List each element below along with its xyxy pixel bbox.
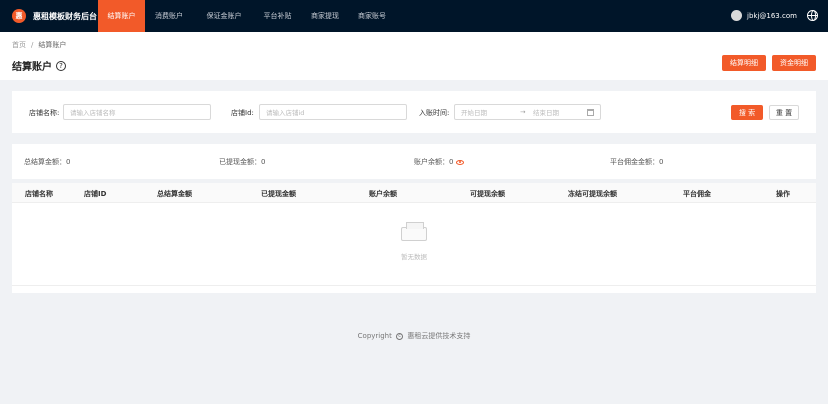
nav-merchant-account[interactable]: 商家账号 <box>350 0 394 32</box>
footer-text: 惠租云提供技术支持 <box>407 332 471 340</box>
account-balance: 账户余额：0 <box>414 157 465 167</box>
top-navbar: 惠 惠租模板财务后台 结算账户 消费账户 保证金账户 平台补贴 商家提现 商家账… <box>0 0 828 32</box>
date-range-picker[interactable]: 开始日期 → 结束日期 <box>454 104 601 120</box>
breadcrumb-home[interactable]: 首页 <box>12 41 26 49</box>
range-arrow: → <box>520 108 526 116</box>
table-header: 店铺名称 店铺ID 总结算金额 已提现金额 账户余额 可提现余额 冻结可提现余额… <box>12 183 816 203</box>
reset-button[interactable]: 重 置 <box>769 105 799 120</box>
total-settlement-amount: 总结算金额：0 <box>24 158 71 166</box>
user-menu[interactable]: jbkj@163.com <box>731 10 797 21</box>
column-header: 平台佣金 <box>683 190 711 198</box>
column-header: 可提现余额 <box>470 190 505 198</box>
logo-icon: 惠 <box>12 9 26 23</box>
globe-icon[interactable] <box>807 10 818 21</box>
nav-merchant-withdrawal[interactable]: 商家提现 <box>300 0 350 32</box>
search-panel: 店铺名称: 请输入店铺名称 店铺Id: 请输入店铺id 入账时间: 开始日期 →… <box>12 91 816 133</box>
empty-state: 暂无数据 <box>392 222 436 261</box>
user-email: jbkj@163.com <box>747 11 797 20</box>
search-button[interactable]: 搜 索 <box>731 105 763 120</box>
nav-settlement-account[interactable]: 结算账户 <box>98 0 145 32</box>
shop-id-label: 店铺Id: <box>231 109 254 117</box>
nav-deposit-account[interactable]: 保证金账户 <box>193 0 255 32</box>
page-header: 首页 / 结算账户 结算账户 ? <box>0 32 828 80</box>
end-date-placeholder: 结束日期 <box>533 109 559 117</box>
column-header: 店铺ID <box>84 190 107 198</box>
footer: Copyright c 惠租云提供技术支持 <box>0 331 828 341</box>
breadcrumb-separator: / <box>31 41 34 49</box>
app-title: 惠租模板财务后台 <box>33 11 97 21</box>
brand[interactable]: 惠 惠租模板财务后台 <box>0 0 98 32</box>
column-header: 总结算金额 <box>157 190 192 198</box>
shop-id-input[interactable]: 请输入店铺id <box>259 104 407 120</box>
start-date-placeholder: 开始日期 <box>461 109 487 117</box>
empty-text: 暂无数据 <box>401 253 427 261</box>
column-header: 店铺名称 <box>25 190 53 198</box>
column-header: 账户余额 <box>369 190 397 198</box>
fund-detail-button[interactable]: 资金明细 <box>772 55 816 71</box>
summary-bar: 总结算金额：0 已提现金额：0 账户余额：0 平台佣金金额：0 <box>12 144 816 179</box>
shop-name-input[interactable]: 请输入店铺名称 <box>63 104 211 120</box>
help-icon[interactable]: ? <box>56 60 66 71</box>
divider <box>12 285 816 286</box>
date-label: 入账时间: <box>419 109 450 117</box>
breadcrumb: 首页 / 结算账户 <box>12 40 66 50</box>
breadcrumb-current: 结算账户 <box>38 41 67 49</box>
copyright-label: Copyright <box>357 332 392 340</box>
avatar <box>731 10 742 21</box>
copyright-icon: c <box>396 332 404 340</box>
page-title: 结算账户 ? <box>12 58 66 73</box>
empty-box-icon <box>401 222 427 241</box>
page-title-text: 结算账户 <box>12 62 52 73</box>
calendar-icon <box>587 109 594 116</box>
platform-commission-amount: 平台佣金金额：0 <box>610 158 664 166</box>
eye-icon[interactable] <box>456 159 465 165</box>
nav-consumption-account[interactable]: 消费账户 <box>145 0 193 32</box>
nav-platform-subsidy[interactable]: 平台补贴 <box>255 0 300 32</box>
column-header: 操作 <box>776 190 790 198</box>
withdrawn-amount: 已提现金额：0 <box>219 158 266 166</box>
settlement-table: 店铺名称 店铺ID 总结算金额 已提现金额 账户余额 可提现余额 冻结可提现余额… <box>12 183 816 293</box>
column-header: 已提现金额 <box>261 190 296 198</box>
shop-name-label: 店铺名称: <box>29 109 60 117</box>
main-nav: 结算账户 消费账户 保证金账户 平台补贴 商家提现 商家账号 <box>98 0 394 32</box>
column-header: 冻结可提现余额 <box>568 190 617 198</box>
settlement-detail-button[interactable]: 结算明细 <box>722 55 766 71</box>
account-balance-text: 账户余额：0 <box>414 158 454 166</box>
